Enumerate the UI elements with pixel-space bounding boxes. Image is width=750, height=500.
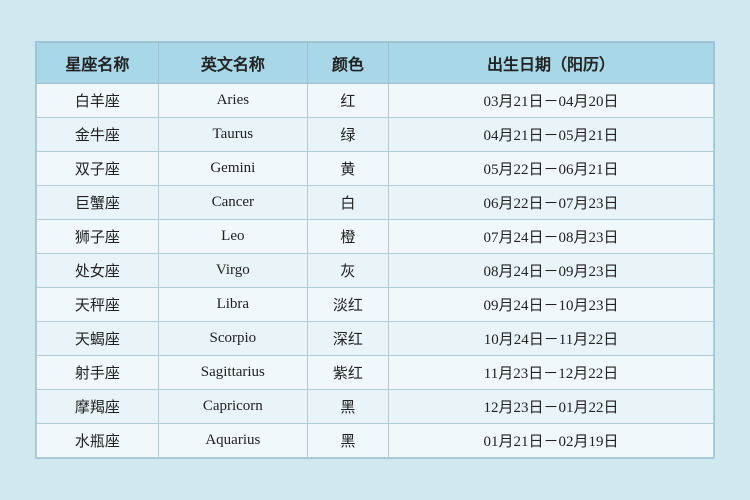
table-row: 巨蟹座Cancer白06月22日－07月23日	[37, 186, 714, 220]
cell-color: 黑	[307, 390, 388, 424]
cell-color: 黑	[307, 424, 388, 458]
cell-english: Scorpio	[158, 322, 307, 356]
cell-english: Libra	[158, 288, 307, 322]
zodiac-table: 星座名称 英文名称 颜色 出生日期（阳历） 白羊座Aries红03月21日－04…	[36, 42, 714, 458]
cell-date: 09月24日－10月23日	[389, 288, 714, 322]
cell-color: 淡红	[307, 288, 388, 322]
cell-date: 06月22日－07月23日	[389, 186, 714, 220]
cell-english: Gemini	[158, 152, 307, 186]
cell-english: Leo	[158, 220, 307, 254]
cell-date: 03月21日－04月20日	[389, 84, 714, 118]
table-row: 摩羯座Capricorn黑12月23日－01月22日	[37, 390, 714, 424]
table-row: 双子座Gemini黄05月22日－06月21日	[37, 152, 714, 186]
cell-date: 04月21日－05月21日	[389, 118, 714, 152]
table-row: 狮子座Leo橙07月24日－08月23日	[37, 220, 714, 254]
table-row: 金牛座Taurus绿04月21日－05月21日	[37, 118, 714, 152]
cell-color: 灰	[307, 254, 388, 288]
cell-chinese: 水瓶座	[37, 424, 159, 458]
cell-date: 05月22日－06月21日	[389, 152, 714, 186]
cell-chinese: 双子座	[37, 152, 159, 186]
cell-color: 红	[307, 84, 388, 118]
cell-chinese: 金牛座	[37, 118, 159, 152]
cell-date: 01月21日－02月19日	[389, 424, 714, 458]
header-date: 出生日期（阳历）	[389, 43, 714, 84]
cell-chinese: 巨蟹座	[37, 186, 159, 220]
cell-chinese: 摩羯座	[37, 390, 159, 424]
cell-color: 紫红	[307, 356, 388, 390]
cell-chinese: 处女座	[37, 254, 159, 288]
cell-chinese: 狮子座	[37, 220, 159, 254]
cell-chinese: 天蝎座	[37, 322, 159, 356]
cell-date: 11月23日－12月22日	[389, 356, 714, 390]
header-english: 英文名称	[158, 43, 307, 84]
cell-date: 10月24日－11月22日	[389, 322, 714, 356]
cell-english: Cancer	[158, 186, 307, 220]
zodiac-table-container: 星座名称 英文名称 颜色 出生日期（阳历） 白羊座Aries红03月21日－04…	[35, 41, 715, 459]
cell-date: 07月24日－08月23日	[389, 220, 714, 254]
cell-english: Taurus	[158, 118, 307, 152]
cell-color: 橙	[307, 220, 388, 254]
cell-chinese: 白羊座	[37, 84, 159, 118]
cell-date: 08月24日－09月23日	[389, 254, 714, 288]
table-row: 天秤座Libra淡红09月24日－10月23日	[37, 288, 714, 322]
table-header-row: 星座名称 英文名称 颜色 出生日期（阳历）	[37, 43, 714, 84]
cell-chinese: 天秤座	[37, 288, 159, 322]
cell-color: 白	[307, 186, 388, 220]
table-row: 天蝎座Scorpio深红10月24日－11月22日	[37, 322, 714, 356]
cell-color: 深红	[307, 322, 388, 356]
table-row: 白羊座Aries红03月21日－04月20日	[37, 84, 714, 118]
cell-color: 绿	[307, 118, 388, 152]
header-color: 颜色	[307, 43, 388, 84]
table-row: 射手座Sagittarius紫红11月23日－12月22日	[37, 356, 714, 390]
cell-chinese: 射手座	[37, 356, 159, 390]
cell-english: Aquarius	[158, 424, 307, 458]
cell-date: 12月23日－01月22日	[389, 390, 714, 424]
header-chinese: 星座名称	[37, 43, 159, 84]
cell-english: Sagittarius	[158, 356, 307, 390]
table-row: 处女座Virgo灰08月24日－09月23日	[37, 254, 714, 288]
cell-english: Virgo	[158, 254, 307, 288]
cell-english: Aries	[158, 84, 307, 118]
table-row: 水瓶座Aquarius黑01月21日－02月19日	[37, 424, 714, 458]
cell-english: Capricorn	[158, 390, 307, 424]
cell-color: 黄	[307, 152, 388, 186]
